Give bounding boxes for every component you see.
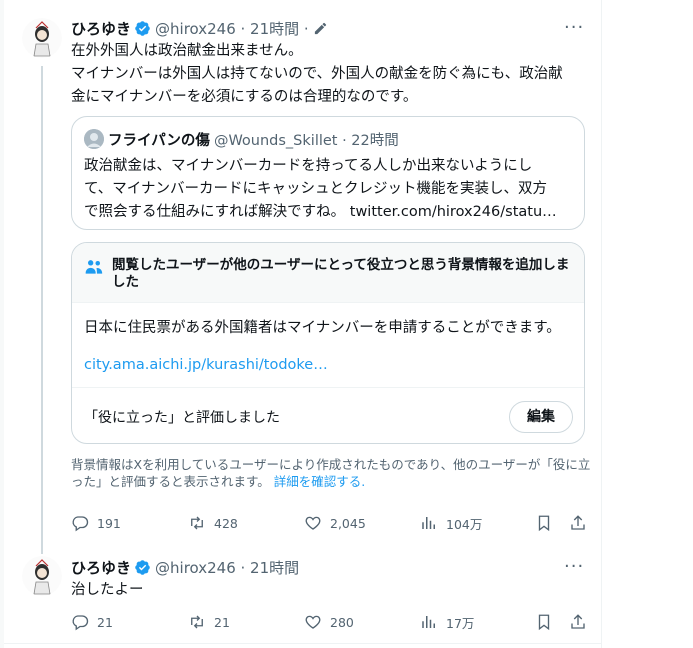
retweet-icon bbox=[191, 516, 203, 530]
thread-line bbox=[41, 66, 43, 554]
retweet-count: 21 bbox=[214, 614, 230, 630]
note-body: 日本に住民票がある外国籍者はマイナンバーを申請することができます。 bbox=[84, 320, 561, 336]
reply-button[interactable]: 21 bbox=[71, 610, 113, 634]
quote-author-meta: @Wounds_Skillet · 22時間 bbox=[213, 133, 399, 149]
views-button[interactable]: 104万 bbox=[420, 511, 482, 535]
tweet-actions: 191 428 2,045 104万 bbox=[71, 511, 591, 535]
quote-author-name: フライパンの傷 bbox=[108, 133, 210, 149]
tweet-text: 治したよー bbox=[71, 582, 144, 598]
views-button[interactable]: 17万 bbox=[420, 610, 474, 634]
author-meta[interactable]: @hirox246 · 21時間 · bbox=[155, 18, 309, 39]
tweet-thread: ひろゆき @hirox246 · 21時間 · ··· 在外外国人は政治献金出来… bbox=[4, 0, 601, 648]
tweet-actions: 21 21 280 17万 bbox=[71, 610, 591, 634]
note-title: 閲覧したユーザーが他のユーザーにとって役立つと思う背景情報を追加しました bbox=[112, 257, 570, 290]
views-count: 104万 bbox=[446, 516, 483, 532]
share-button[interactable] bbox=[569, 511, 587, 535]
share-icon bbox=[571, 614, 585, 629]
divider bbox=[72, 387, 584, 388]
retweet-icon bbox=[191, 615, 203, 629]
retweet-count: 428 bbox=[214, 515, 238, 531]
like-count: 280 bbox=[330, 614, 354, 630]
quote-text-line: で照会する仕組みにすれば解決ですね。 twitter.com/hirox246/… bbox=[84, 204, 557, 220]
note-link[interactable]: city.ama.aichi.jp/kurashi/todoke… bbox=[84, 357, 328, 373]
verified-badge-icon bbox=[134, 20, 151, 37]
reply-icon bbox=[72, 615, 89, 631]
avatar[interactable] bbox=[22, 556, 62, 596]
note-header: 閲覧したユーザーが他のユーザーにとって役立つと思う背景情報を追加しました bbox=[72, 243, 584, 303]
bookmark-icon bbox=[538, 515, 550, 532]
people-icon bbox=[84, 257, 104, 277]
edit-rating-button[interactable]: 編集 bbox=[509, 401, 573, 433]
verified-badge-icon bbox=[134, 559, 151, 576]
quote-avatar bbox=[84, 129, 104, 149]
share-button[interactable] bbox=[569, 610, 587, 634]
quote-text-line: 政治献金は、マイナンバーカードを持ってる人しか出来ないようにし bbox=[84, 158, 533, 174]
edit-pencil-icon[interactable] bbox=[313, 21, 328, 36]
right-gutter bbox=[601, 0, 693, 648]
more-icon[interactable]: ··· bbox=[564, 19, 584, 42]
reply-count: 21 bbox=[97, 614, 113, 630]
learn-more-link[interactable]: 詳細を確認する. bbox=[274, 474, 365, 489]
like-button[interactable]: 2,045 bbox=[304, 511, 366, 535]
reply-count: 191 bbox=[97, 515, 121, 531]
author-meta[interactable]: @hirox246 · 21時間 bbox=[155, 557, 299, 578]
like-icon bbox=[305, 615, 321, 629]
bookmark-icon bbox=[538, 614, 550, 631]
like-button[interactable]: 280 bbox=[304, 610, 354, 634]
share-icon bbox=[571, 515, 585, 530]
tweet-text-line: マイナンバーは外国人は持てないので、外国人の献金を防ぐ為にも、政治献 bbox=[71, 66, 563, 82]
reply-icon bbox=[72, 516, 89, 532]
retweet-button[interactable]: 428 bbox=[188, 511, 238, 535]
author-name[interactable]: ひろゆき bbox=[71, 557, 131, 578]
views-icon bbox=[422, 517, 435, 529]
retweet-button[interactable]: 21 bbox=[188, 610, 230, 634]
like-icon bbox=[305, 516, 321, 530]
tweet-text-line: 金にマイナンバーを必須にするのは合理的なのです。 bbox=[71, 89, 418, 105]
bookmark-button[interactable] bbox=[535, 511, 553, 535]
more-icon[interactable]: ··· bbox=[564, 558, 584, 581]
quoted-tweet[interactable]: フライパンの傷 @Wounds_Skillet · 22時間 政治献金は、マイナ… bbox=[71, 116, 585, 230]
author-name[interactable]: ひろゆき bbox=[71, 18, 131, 39]
views-count: 17万 bbox=[446, 615, 475, 631]
like-count: 2,045 bbox=[330, 515, 366, 531]
tweet-header: ひろゆき @hirox246 · 21時間 · bbox=[71, 18, 328, 39]
quote-text: 政治献金は、マイナンバーカードを持ってる人しか出来ないようにし て、マイナンバー… bbox=[84, 155, 572, 224]
tweet-text-line: 在外外国人は政治献金出来ません。 bbox=[71, 43, 303, 59]
note-disclaimer: 背景情報はXを利用しているユーザーにより作成されたものであり、他のユーザーが「役… bbox=[71, 456, 591, 490]
tweet-text: 在外外国人は政治献金出来ません。 マイナンバーは外国人は持てないので、外国人の献… bbox=[71, 40, 591, 109]
reply-button[interactable]: 191 bbox=[71, 511, 121, 535]
bookmark-button[interactable] bbox=[535, 610, 553, 634]
divider bbox=[4, 643, 601, 644]
quote-header: フライパンの傷 @Wounds_Skillet · 22時間 bbox=[108, 129, 399, 150]
avatar[interactable] bbox=[22, 18, 62, 58]
views-icon bbox=[422, 616, 435, 628]
quote-text-line: て、マイナンバーカードにキャッシュとクレジット機能を実装し、双方 bbox=[84, 181, 547, 197]
tweet-header: ひろゆき @hirox246 · 21時間 bbox=[71, 557, 299, 578]
community-note: 閲覧したユーザーが他のユーザーにとって役立つと思う背景情報を追加しました 日本に… bbox=[71, 242, 585, 444]
rated-status: 「役に立った」と評価しました bbox=[84, 410, 280, 426]
